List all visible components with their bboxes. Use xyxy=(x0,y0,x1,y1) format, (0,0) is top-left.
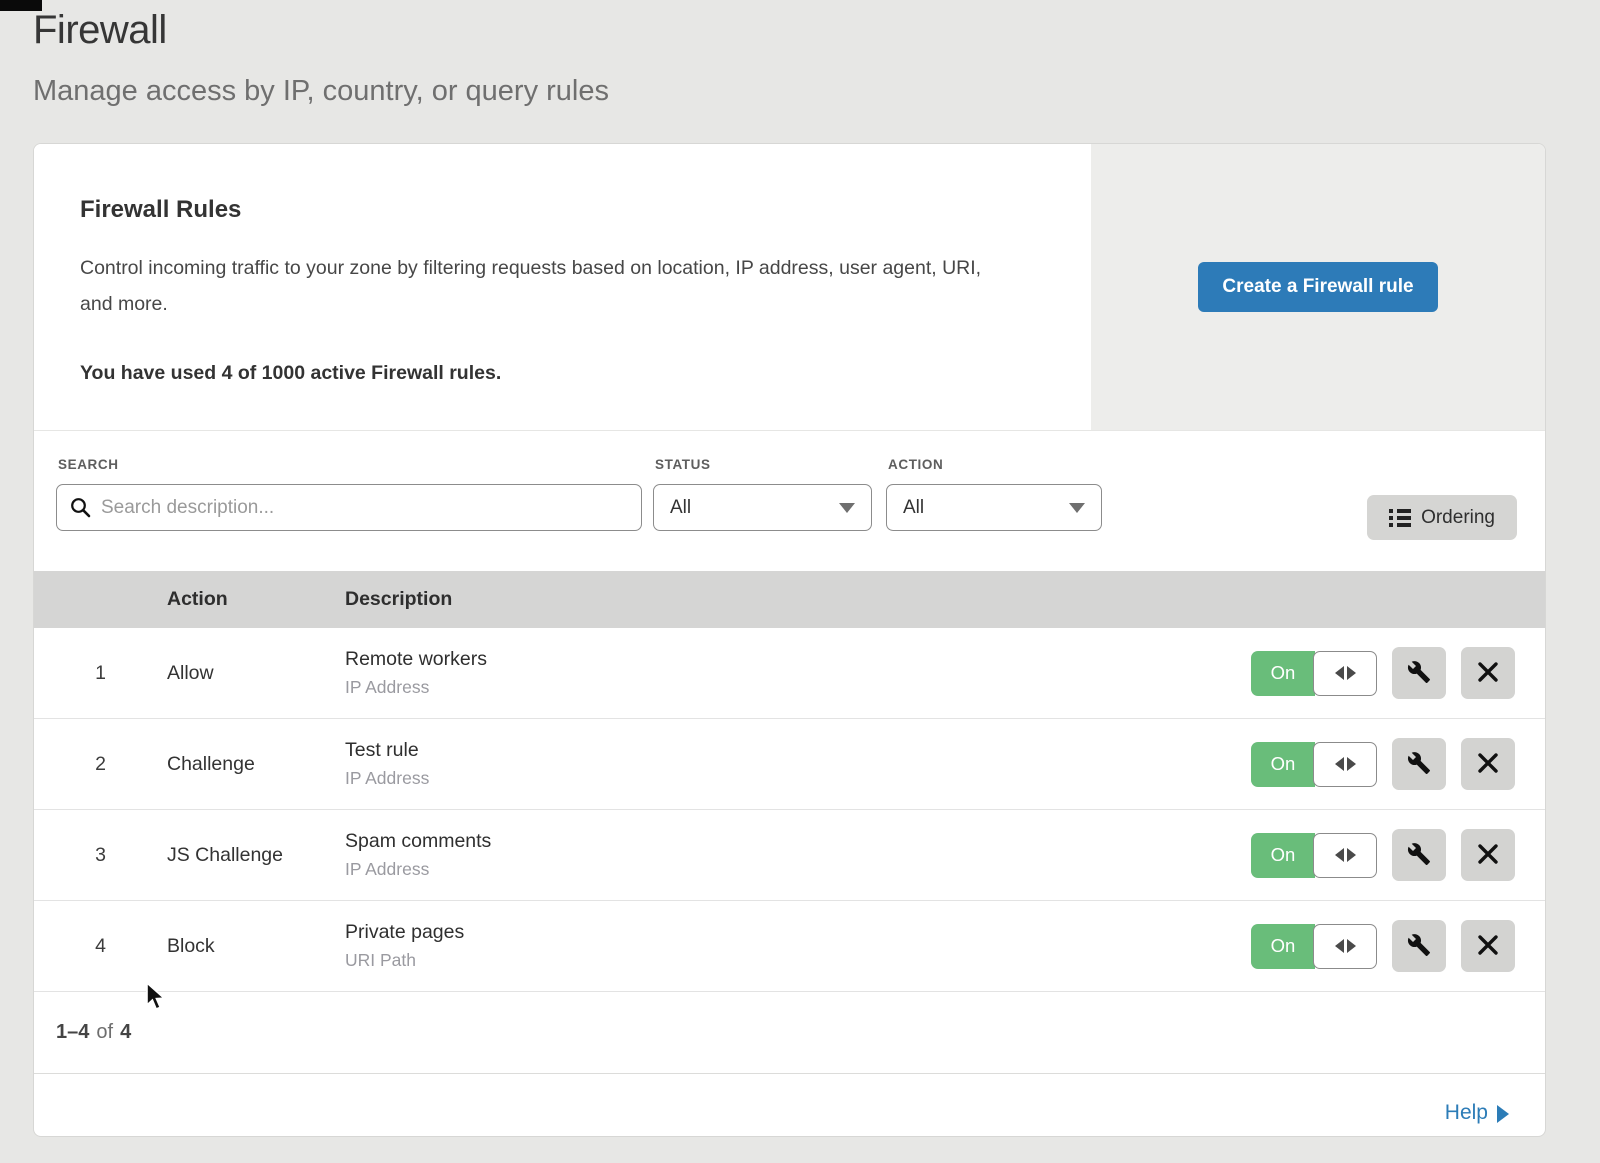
search-icon xyxy=(70,497,91,523)
rule-action: Allow xyxy=(167,662,345,685)
rules-card: Firewall Rules Control incoming traffic … xyxy=(34,144,1091,430)
status-group: STATUS All xyxy=(653,457,872,531)
rules-table: Action Description 1 Allow Remote worker… xyxy=(34,571,1545,992)
chevron-down-icon xyxy=(1069,503,1085,513)
resize-arrows-icon xyxy=(1313,833,1377,878)
table-row: 4 Block Private pages URI Path On xyxy=(34,901,1545,992)
pagination: 1–4 of 4 xyxy=(34,992,1545,1073)
pagination-total: 4 xyxy=(120,1021,131,1044)
filter-bar: SEARCH STATUS All ACTION All xyxy=(34,431,1545,571)
rule-description: Test rule xyxy=(345,739,1251,762)
toggle-on-label: On xyxy=(1251,651,1315,696)
rule-match-type: IP Address xyxy=(345,859,1251,880)
pagination-of: of xyxy=(96,1021,113,1044)
rule-description-cell: Spam comments IP Address xyxy=(345,830,1251,880)
delete-rule-button[interactable] xyxy=(1461,647,1515,699)
rules-card-description: Control incoming traffic to your zone by… xyxy=(80,250,1011,322)
rule-priority: 2 xyxy=(34,753,167,776)
capture-artifact xyxy=(0,0,42,11)
rule-enabled-toggle[interactable]: On xyxy=(1251,651,1377,696)
rule-enabled-toggle[interactable]: On xyxy=(1251,833,1377,878)
table-row: 3 JS Challenge Spam comments IP Address … xyxy=(34,810,1545,901)
action-select[interactable]: All xyxy=(886,484,1102,531)
search-group: SEARCH xyxy=(56,457,642,531)
rule-controls: On xyxy=(1251,738,1545,790)
rule-priority: 1 xyxy=(34,662,167,685)
rule-description: Spam comments xyxy=(345,830,1251,853)
rule-controls: On xyxy=(1251,829,1545,881)
rule-action: Challenge xyxy=(167,753,345,776)
edit-rule-button[interactable] xyxy=(1392,738,1446,790)
help-link-label: Help xyxy=(1445,1101,1488,1125)
wrench-icon xyxy=(1407,660,1431,687)
close-icon xyxy=(1477,843,1499,868)
wrench-icon xyxy=(1407,751,1431,778)
search-label: SEARCH xyxy=(58,457,642,472)
ordering-button[interactable]: Ordering xyxy=(1367,495,1517,540)
rule-description-cell: Test rule IP Address xyxy=(345,739,1251,789)
firewall-panel: Firewall Rules Control incoming traffic … xyxy=(33,143,1546,1137)
rule-enabled-toggle[interactable]: On xyxy=(1251,924,1377,969)
page-title: Firewall xyxy=(33,8,1600,53)
chevron-right-icon xyxy=(1497,1105,1509,1123)
rule-match-type: URI Path xyxy=(345,950,1251,971)
table-row: 2 Challenge Test rule IP Address On xyxy=(34,719,1545,810)
wrench-icon xyxy=(1407,842,1431,869)
ordering-button-label: Ordering xyxy=(1421,507,1495,529)
table-row: 1 Allow Remote workers IP Address On xyxy=(34,628,1545,719)
edit-rule-button[interactable] xyxy=(1392,647,1446,699)
rule-enabled-toggle[interactable]: On xyxy=(1251,742,1377,787)
rules-overview-section: Firewall Rules Control incoming traffic … xyxy=(34,144,1545,431)
resize-arrows-icon xyxy=(1313,742,1377,787)
rule-priority: 3 xyxy=(34,844,167,867)
ordered-list-icon xyxy=(1389,509,1411,527)
rules-usage-text: You have used 4 of 1000 active Firewall … xyxy=(80,362,1011,385)
close-icon xyxy=(1477,752,1499,777)
rule-description: Private pages xyxy=(345,921,1251,944)
rule-match-type: IP Address xyxy=(345,677,1251,698)
rule-match-type: IP Address xyxy=(345,768,1251,789)
rule-controls: On xyxy=(1251,647,1545,699)
toggle-on-label: On xyxy=(1251,742,1315,787)
help-link[interactable]: Help xyxy=(1445,1090,1509,1136)
action-label: ACTION xyxy=(888,457,1102,472)
delete-rule-button[interactable] xyxy=(1461,738,1515,790)
rule-description: Remote workers xyxy=(345,648,1251,671)
close-icon xyxy=(1477,661,1499,686)
rule-action: Block xyxy=(167,935,345,958)
rule-priority: 4 xyxy=(34,935,167,958)
rule-description-cell: Private pages URI Path xyxy=(345,921,1251,971)
status-select[interactable]: All xyxy=(653,484,872,531)
rule-action: JS Challenge xyxy=(167,844,345,867)
create-firewall-rule-button[interactable]: Create a Firewall rule xyxy=(1198,262,1437,312)
toggle-on-label: On xyxy=(1251,924,1315,969)
page-header: Firewall Manage access by IP, country, o… xyxy=(0,0,1600,108)
rules-card-title: Firewall Rules xyxy=(80,196,1011,224)
column-header-action: Action xyxy=(167,588,345,611)
page-subtitle: Manage access by IP, country, or query r… xyxy=(33,75,1600,108)
resize-arrows-icon xyxy=(1313,651,1377,696)
toggle-on-label: On xyxy=(1251,833,1315,878)
action-group: ACTION All xyxy=(886,457,1102,531)
wrench-icon xyxy=(1407,933,1431,960)
edit-rule-button[interactable] xyxy=(1392,920,1446,972)
delete-rule-button[interactable] xyxy=(1461,829,1515,881)
close-icon xyxy=(1477,934,1499,959)
search-box xyxy=(56,484,642,531)
chevron-down-icon xyxy=(839,503,855,513)
status-selected-value: All xyxy=(670,497,691,519)
resize-arrows-icon xyxy=(1313,924,1377,969)
pagination-range: 1–4 xyxy=(56,1021,89,1044)
edit-rule-button[interactable] xyxy=(1392,829,1446,881)
status-label: STATUS xyxy=(655,457,872,472)
search-input[interactable] xyxy=(56,484,642,531)
action-selected-value: All xyxy=(903,497,924,519)
panel-footer: Help xyxy=(34,1073,1545,1136)
delete-rule-button[interactable] xyxy=(1461,920,1515,972)
cta-sidebar: Create a Firewall rule xyxy=(1091,144,1545,430)
rule-description-cell: Remote workers IP Address xyxy=(345,648,1251,698)
rule-controls: On xyxy=(1251,920,1545,972)
column-header-description: Description xyxy=(345,588,1545,611)
table-header: Action Description xyxy=(34,571,1545,628)
